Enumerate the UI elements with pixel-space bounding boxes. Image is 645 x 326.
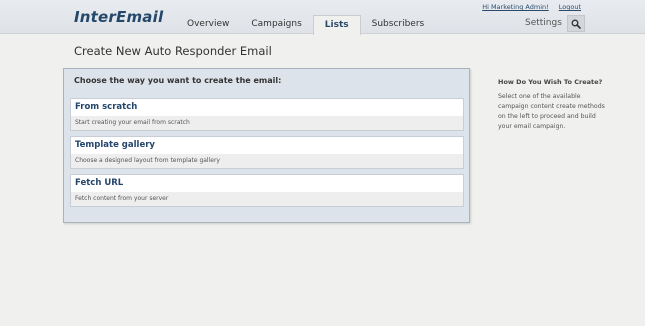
top-header: InterEmail Overview Campaigns Lists Subs… [0,0,645,35]
option-title: Fetch URL [75,178,124,188]
panel-heading: Choose the way you want to create the em… [74,76,282,85]
help-text: Select one of the available campaign con… [498,93,605,130]
main-nav-tabs: Overview Campaigns Lists Subscribers [176,15,436,35]
app-logo[interactable]: InterEmail [74,8,163,26]
option-from-scratch[interactable]: From scratch Start creating your email f… [70,98,464,131]
option-title: Template gallery [75,140,155,150]
search-button[interactable] [567,15,585,32]
tab-lists[interactable]: Lists [312,15,361,35]
option-fetch-url[interactable]: Fetch URL Fetch content from your server [70,174,464,207]
page-title: Create New Auto Responder Email [74,44,272,58]
tab-subscribers[interactable]: Subscribers [361,15,436,34]
settings-link[interactable]: Settings [525,18,562,28]
option-template-gallery[interactable]: Template gallery Choose a designed layou… [70,136,464,169]
create-method-panel: Choose the way you want to create the em… [63,68,470,223]
greeting-link[interactable]: Hi Marketing Admin! [482,3,549,11]
option-title: From scratch [75,102,138,112]
option-description: Start creating your email from scratch [71,116,463,130]
logout-link[interactable]: Logout [559,3,581,11]
option-description: Choose a designed layout from template g… [71,154,463,168]
option-description: Fetch content from your server [71,192,463,206]
search-icon [571,19,581,29]
account-links: Hi Marketing Admin! Logout [482,3,581,11]
tab-campaigns[interactable]: Campaigns [240,15,312,34]
tab-overview[interactable]: Overview [176,15,240,34]
help-title: How Do You Wish To Create? [498,78,603,86]
